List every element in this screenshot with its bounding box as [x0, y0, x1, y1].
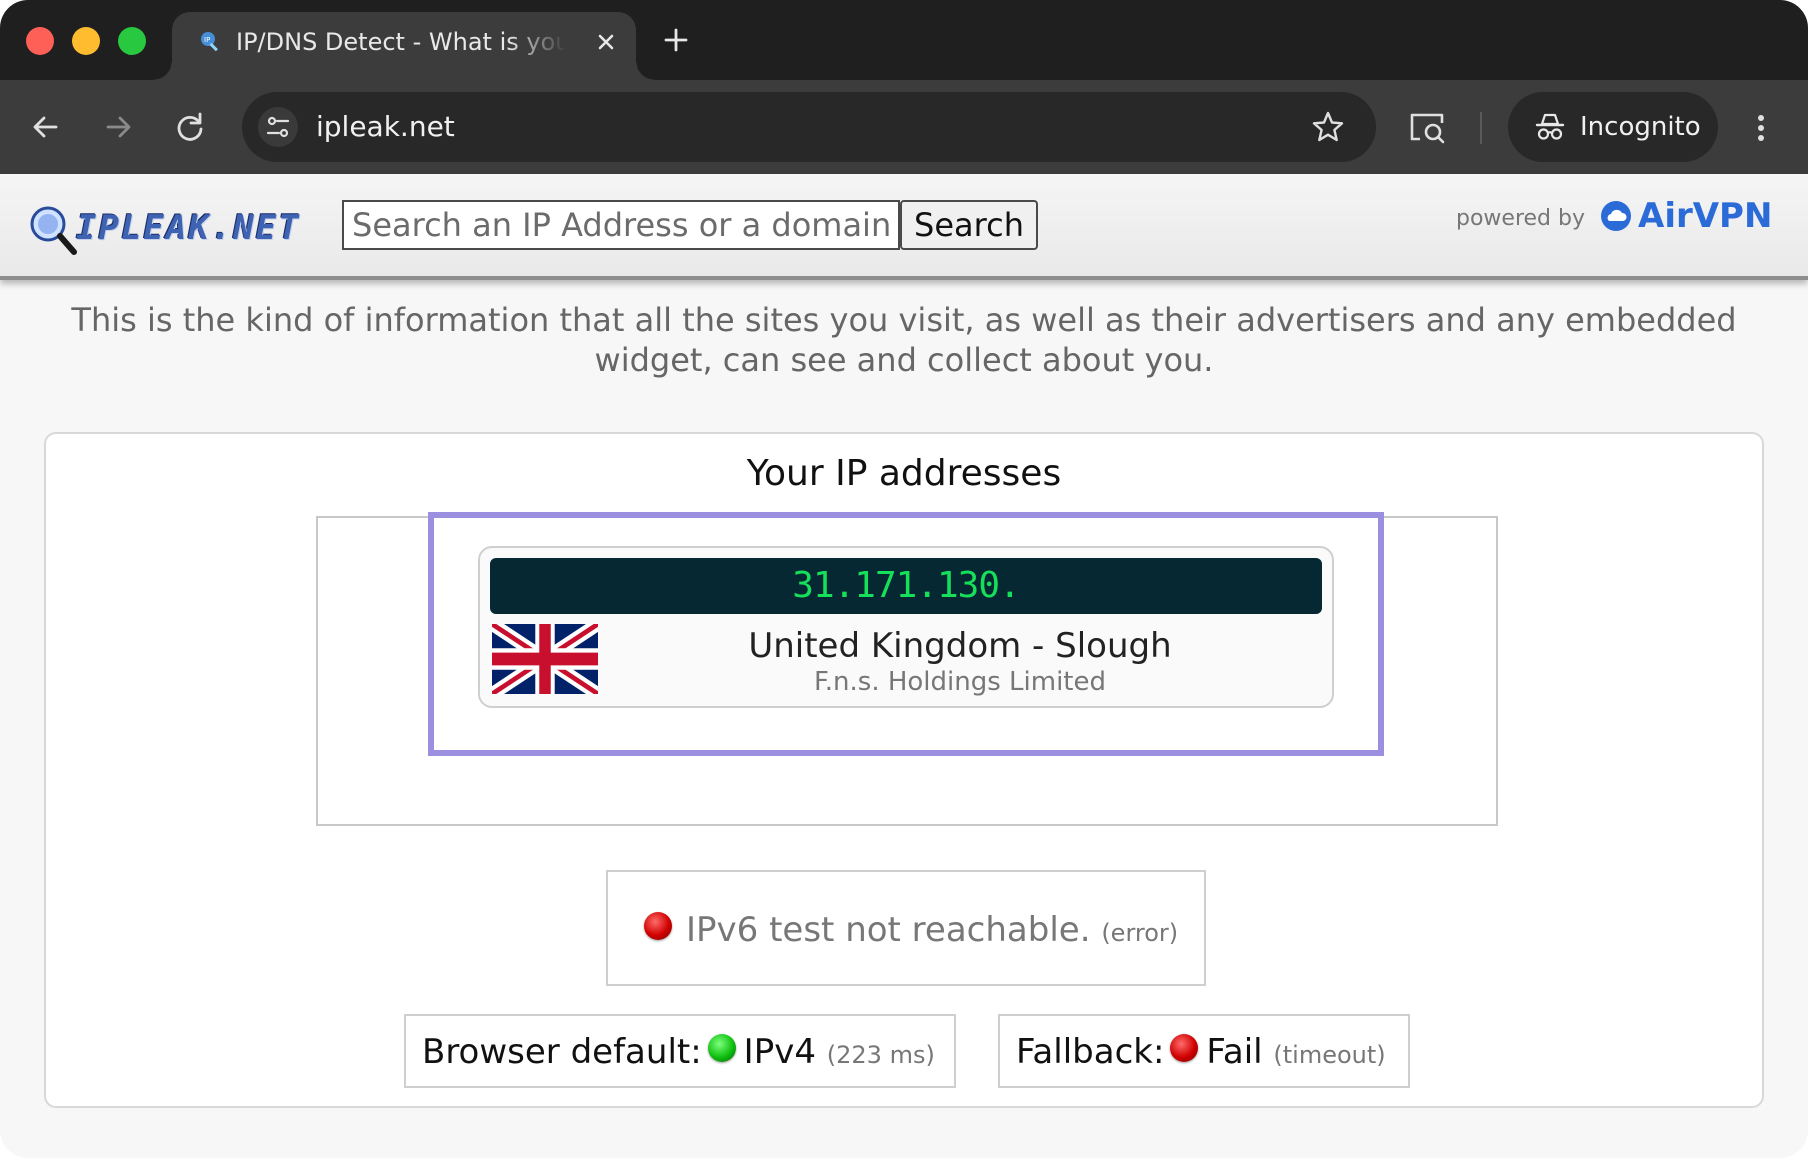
toolbar-divider — [1480, 112, 1482, 144]
forward-arrow-icon[interactable] — [98, 107, 138, 147]
ip-result-card: 31.171.130. United Kingdom - Slough F.n.… — [478, 546, 1334, 708]
fallback-line: Fallback: Fail (timeout) — [1016, 1032, 1386, 1075]
airvpn-cloud-icon — [1601, 201, 1631, 231]
browser-default-label: Browser default: — [422, 1032, 702, 1072]
browser-default-line: Browser default: IPv4 (223 ms) — [422, 1032, 935, 1075]
ip-search-input[interactable] — [342, 200, 900, 250]
tab-active[interactable]: IP IP/DNS Detect - What is your IP, what… — [154, 12, 654, 80]
ipv6-status-text: IPv6 test not reachable. — [686, 910, 1091, 950]
magnifier-logo-icon — [30, 206, 77, 255]
incognito-indicator[interactable]: Incognito — [1508, 92, 1718, 162]
green-status-dot-icon — [707, 1033, 736, 1062]
ip-section-title: Your IP addresses — [746, 453, 1062, 494]
ip-location: United Kingdom - Slough — [748, 626, 1172, 666]
browser-menu-icon[interactable] — [1746, 108, 1776, 148]
site-header: IPLEAK.NET Search powered by AirVPN — [0, 174, 1808, 280]
google-lens-icon[interactable] — [1406, 107, 1448, 147]
new-tab-icon[interactable] — [658, 22, 694, 58]
incognito-icon — [1535, 113, 1565, 140]
window-maximize-button[interactable] — [118, 27, 146, 55]
ip-address-display: 31.171.130. — [490, 558, 1322, 614]
uk-flag-icon — [492, 624, 598, 694]
fallback-note: (timeout) — [1273, 1041, 1386, 1069]
red-status-dot-icon — [1170, 1033, 1199, 1062]
fallback-label: Fallback: — [1016, 1032, 1165, 1072]
tab-strip: IP IP/DNS Detect - What is your IP, what… — [0, 0, 1808, 80]
search-button[interactable]: Search — [900, 200, 1038, 250]
browser-toolbar: ipleak.net Incognito — [0, 80, 1808, 174]
address-bar[interactable]: ipleak.net — [242, 92, 1376, 162]
fallback-box: Fallback: Fail (timeout) — [998, 1014, 1410, 1088]
window-minimize-button[interactable] — [72, 27, 100, 55]
window-close-button[interactable] — [26, 27, 54, 55]
ipv6-status-line: IPv6 test not reachable. (error) — [644, 908, 1178, 955]
browser-default-box: Browser default: IPv4 (223 ms) — [404, 1014, 956, 1088]
powered-by-label: powered by — [1456, 206, 1585, 231]
ipv6-status-box: IPv6 test not reachable. (error) — [606, 870, 1206, 986]
ip-isp: F.n.s. Holdings Limited — [813, 667, 1107, 697]
ipv6-status-note: (error) — [1101, 919, 1179, 947]
red-status-dot-icon — [644, 911, 672, 940]
site-settings-icon[interactable] — [258, 107, 298, 147]
web-page: IPLEAK.NET Search powered by AirVPN This… — [0, 174, 1808, 1158]
browser-window: IP IP/DNS Detect - What is your IP, what… — [0, 0, 1808, 1158]
back-arrow-icon[interactable] — [26, 107, 66, 147]
ipleak-logo[interactable]: IPLEAK.NET — [28, 202, 301, 258]
svg-text:IP: IP — [204, 36, 210, 44]
airvpn-text: AirVPN — [1638, 196, 1773, 236]
close-tab-icon[interactable] — [590, 26, 622, 58]
bookmark-star-icon[interactable] — [1310, 109, 1346, 145]
ip-addresses-card: Your IP addresses 31.171.130. United Kin… — [44, 432, 1764, 1108]
url-text: ipleak.net — [316, 110, 455, 143]
fallback-value: Fail — [1206, 1032, 1263, 1072]
browser-default-value: IPv4 — [743, 1032, 816, 1072]
ipleak-favicon-icon: IP — [201, 32, 218, 52]
reload-icon[interactable] — [170, 107, 210, 147]
logo-text: IPLEAK.NET — [76, 208, 301, 248]
intro-text: This is the kind of information that all… — [71, 301, 1737, 379]
browser-default-note: (223 ms) — [826, 1041, 935, 1069]
tab-title: IP/DNS Detect - What is your IP, what is… — [236, 28, 566, 56]
incognito-label: Incognito — [1580, 112, 1701, 142]
